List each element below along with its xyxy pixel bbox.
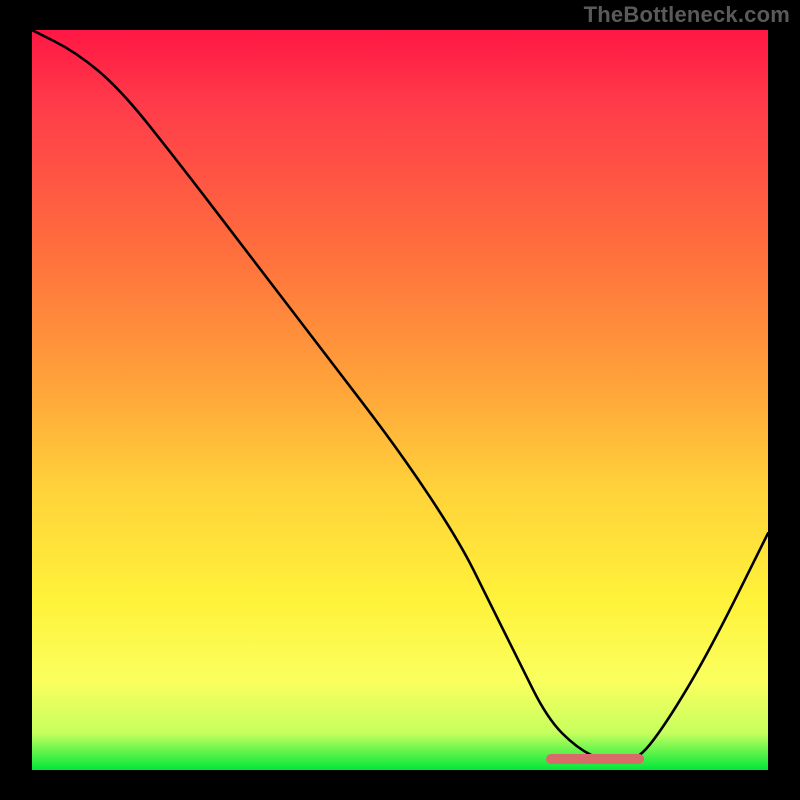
plot-area bbox=[32, 30, 768, 770]
optimal-range-end-dot bbox=[634, 754, 644, 764]
optimal-range-mid-dot bbox=[590, 754, 600, 764]
attribution-text: TheBottleneck.com bbox=[584, 2, 790, 28]
optimal-range-marker bbox=[547, 754, 643, 764]
bottleneck-curve bbox=[32, 30, 768, 770]
optimal-range-start-dot bbox=[546, 754, 556, 764]
chart-frame: TheBottleneck.com bbox=[0, 0, 800, 800]
